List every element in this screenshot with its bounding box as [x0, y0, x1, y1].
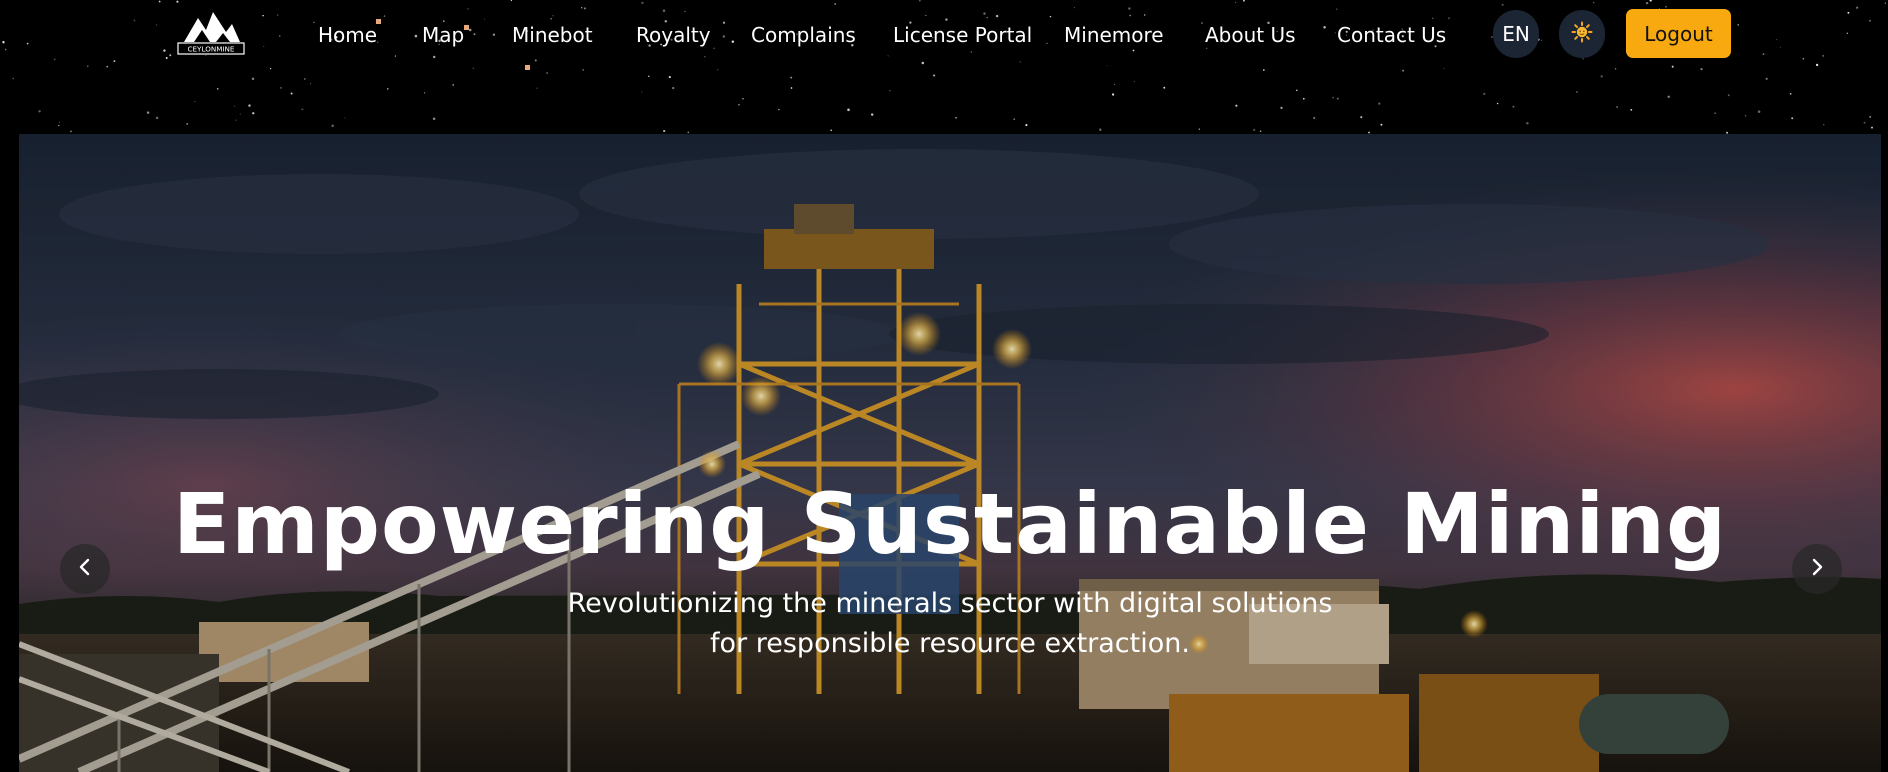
- nav-link-minebot[interactable]: Minebot: [512, 22, 593, 48]
- ceylonmine-logo[interactable]: CEYLONMINE: [176, 6, 246, 56]
- hero-title: Empowering Sustainable Mining: [172, 475, 1728, 573]
- language-selector-button[interactable]: EN: [1493, 10, 1539, 58]
- logout-button[interactable]: Logout: [1626, 9, 1731, 58]
- sun-icon: [1571, 21, 1593, 48]
- nav-link-complains[interactable]: Complains: [751, 22, 856, 48]
- carousel-prev-button[interactable]: [60, 544, 110, 594]
- nav-link-minemore[interactable]: Minemore: [1064, 22, 1164, 48]
- decorative-dot: [376, 19, 381, 24]
- nav-link-map[interactable]: Map: [422, 22, 464, 48]
- svg-text:CEYLONMINE: CEYLONMINE: [188, 45, 235, 54]
- hero-carousel: Empowering Sustainable Mining Revolution…: [19, 134, 1881, 772]
- chevron-left-icon: [75, 557, 95, 581]
- carousel-next-button[interactable]: [1792, 544, 1842, 594]
- top-navbar: CEYLONMINE Home Map Minebot Royalty Comp…: [0, 0, 1888, 134]
- nav-link-royalty[interactable]: Royalty: [636, 22, 711, 48]
- theme-toggle-button[interactable]: [1559, 10, 1605, 58]
- nav-link-contact-us[interactable]: Contact Us: [1337, 22, 1446, 48]
- logout-label: Logout: [1644, 21, 1713, 46]
- decorative-dot: [464, 25, 469, 30]
- nav-link-home[interactable]: Home: [318, 22, 377, 48]
- nav-link-about-us[interactable]: About Us: [1205, 22, 1296, 48]
- nav-link-license-portal[interactable]: License Portal: [893, 22, 1032, 48]
- hero-background-image: [19, 134, 1881, 772]
- decorative-dot: [525, 65, 530, 70]
- hero-subtitle: Revolutionizing the minerals sector with…: [567, 588, 1333, 659]
- page: CEYLONMINE Home Map Minebot Royalty Comp…: [0, 0, 1888, 772]
- language-label: EN: [1502, 22, 1530, 46]
- chevron-right-icon: [1807, 557, 1827, 581]
